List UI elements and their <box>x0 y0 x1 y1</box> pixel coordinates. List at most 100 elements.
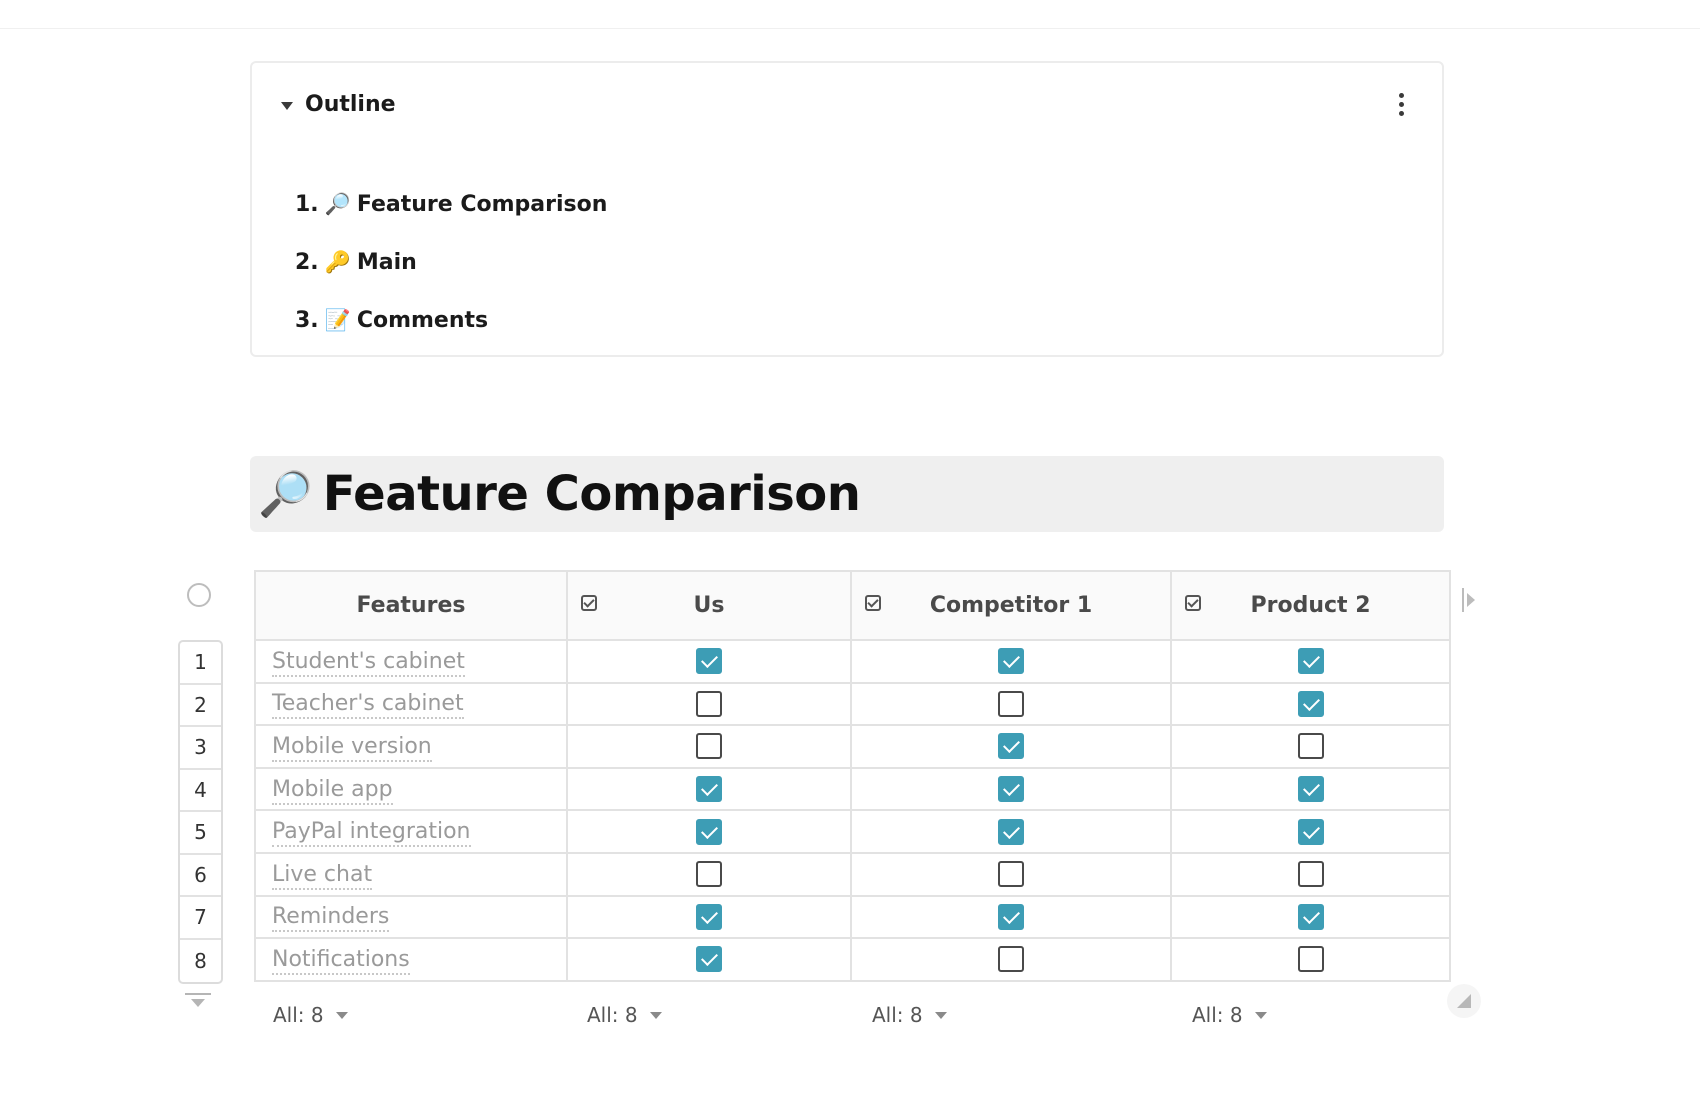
checkbox[interactable] <box>1297 733 1324 760</box>
aggregate-features[interactable]: All: 8 <box>273 1003 348 1027</box>
row-number[interactable]: 3 <box>180 727 221 770</box>
checkbox[interactable] <box>1297 946 1324 973</box>
row-number[interactable]: 1 <box>180 642 221 685</box>
checkbox[interactable] <box>998 946 1024 973</box>
checkbox[interactable] <box>998 903 1024 930</box>
aggregate-us[interactable]: All: 8 <box>587 1003 662 1027</box>
table-row: Mobile version <box>254 724 1451 769</box>
feature-cell[interactable]: Mobile app <box>254 766 568 812</box>
section-heading: 🔎 Feature Comparison <box>250 456 1444 532</box>
check-cell-product-2 <box>1170 937 1451 982</box>
feature-cell[interactable]: PayPal integration <box>254 809 568 854</box>
feature-link[interactable]: Mobile version <box>272 733 432 762</box>
check-cell-us <box>566 851 852 897</box>
checkbox[interactable] <box>696 648 722 675</box>
feature-cell[interactable]: Notifications <box>254 937 568 982</box>
feature-cell[interactable]: Reminders <box>254 894 568 940</box>
check-cell-us <box>566 724 852 769</box>
check-cell-product-2 <box>1170 681 1451 727</box>
table-header-row: Features Us Competitor 1 Product 2 <box>254 570 1451 641</box>
checkbox[interactable] <box>696 903 722 930</box>
column-header-us[interactable]: Us <box>566 570 852 641</box>
checkbox[interactable] <box>696 690 722 717</box>
feature-link[interactable]: PayPal integration <box>272 819 471 848</box>
checkbox-type-icon <box>1185 595 1201 611</box>
row-number[interactable]: 5 <box>180 812 221 855</box>
checkbox[interactable] <box>998 690 1024 717</box>
outline-item-main[interactable]: 2. 🔑 Main <box>295 233 607 291</box>
feature-cell[interactable]: Live chat <box>254 851 568 897</box>
checkbox[interactable] <box>696 818 722 845</box>
chevron-down-icon <box>1254 1011 1267 1019</box>
checkbox[interactable] <box>696 946 722 973</box>
checkbox[interactable] <box>998 861 1024 888</box>
check-cell-us <box>566 937 852 982</box>
checkbox[interactable] <box>696 776 722 803</box>
checkbox[interactable] <box>1297 861 1324 888</box>
magnifier-icon: 🔎 <box>324 191 351 216</box>
column-header-label: Us <box>693 593 725 618</box>
checkbox[interactable] <box>998 776 1024 803</box>
checkbox[interactable] <box>696 733 722 760</box>
feature-link[interactable]: Notifications <box>272 946 410 975</box>
feature-link[interactable]: Reminders <box>272 904 390 933</box>
outline-item-number: 3. <box>295 307 319 333</box>
check-cell-us <box>566 809 852 854</box>
row-number[interactable]: 6 <box>180 855 221 897</box>
feature-cell[interactable]: Mobile version <box>254 724 568 769</box>
feature-link[interactable]: Student's cabinet <box>272 648 465 677</box>
table-row: Mobile app <box>254 766 1451 812</box>
row-number[interactable]: 2 <box>180 685 221 727</box>
checkbox[interactable] <box>696 861 722 888</box>
feature-cell[interactable]: Student's cabinet <box>254 639 568 684</box>
feature-link[interactable]: Mobile app <box>272 776 393 805</box>
checkbox[interactable] <box>1297 818 1324 845</box>
feature-cell[interactable]: Teacher's cabinet <box>254 681 568 727</box>
feature-comparison-table: Features Us Competitor 1 Product 2 Stude… <box>254 570 1451 982</box>
filter-icon[interactable] <box>185 993 213 1009</box>
check-cell-product-2 <box>1170 851 1451 897</box>
table-row: Teacher's cabinet <box>254 681 1451 727</box>
row-number[interactable]: 4 <box>180 770 221 812</box>
check-cell-competitor-1 <box>850 724 1172 769</box>
check-cell-competitor-1 <box>850 766 1172 812</box>
check-cell-product-2 <box>1170 766 1451 812</box>
checkbox[interactable] <box>998 648 1024 675</box>
outline-item-comments[interactable]: 3. 📝 Comments <box>295 291 607 349</box>
check-cell-product-2 <box>1170 639 1451 684</box>
checkbox[interactable] <box>1297 648 1324 675</box>
column-header-competitor-1[interactable]: Competitor 1 <box>850 570 1172 641</box>
checkbox[interactable] <box>998 733 1024 760</box>
add-column-icon[interactable] <box>1462 588 1475 612</box>
row-number-gutter: 1 2 3 4 5 6 7 8 <box>178 640 223 984</box>
outline-title: Outline <box>305 92 396 117</box>
checkbox[interactable] <box>1297 776 1324 803</box>
resize-handle-icon[interactable] <box>1447 984 1481 1018</box>
checkbox-type-icon <box>581 595 597 611</box>
outline-item-label: Feature Comparison <box>356 191 608 217</box>
aggregate-label: All: 8 <box>273 1003 324 1027</box>
checkbox[interactable] <box>1297 690 1324 717</box>
check-cell-us <box>566 766 852 812</box>
collapse-triangle-icon[interactable] <box>281 102 293 110</box>
checkbox[interactable] <box>1297 903 1324 930</box>
column-header-label: Competitor 1 <box>929 593 1093 618</box>
more-options-icon[interactable] <box>1398 93 1404 119</box>
outline-item-number: 2. <box>295 249 319 275</box>
feature-link[interactable]: Live chat <box>272 861 373 890</box>
check-cell-competitor-1 <box>850 681 1172 727</box>
aggregate-competitor-1[interactable]: All: 8 <box>872 1003 947 1027</box>
column-header-product-2[interactable]: Product 2 <box>1170 570 1451 641</box>
column-header-features[interactable]: Features <box>254 570 568 641</box>
outline-item-feature-comparison[interactable]: 1. 🔎 Feature Comparison <box>295 175 607 233</box>
select-all-radio[interactable] <box>187 583 211 607</box>
row-number[interactable]: 8 <box>180 940 221 983</box>
row-number[interactable]: 7 <box>180 897 221 940</box>
feature-link[interactable]: Teacher's cabinet <box>272 691 464 720</box>
top-divider <box>0 28 1700 29</box>
table-body: Student's cabinet Teacher's cabinet Mobi… <box>254 639 1451 982</box>
check-cell-product-2 <box>1170 724 1451 769</box>
check-cell-competitor-1 <box>850 937 1172 982</box>
checkbox[interactable] <box>998 818 1024 845</box>
aggregate-product-2[interactable]: All: 8 <box>1192 1003 1267 1027</box>
